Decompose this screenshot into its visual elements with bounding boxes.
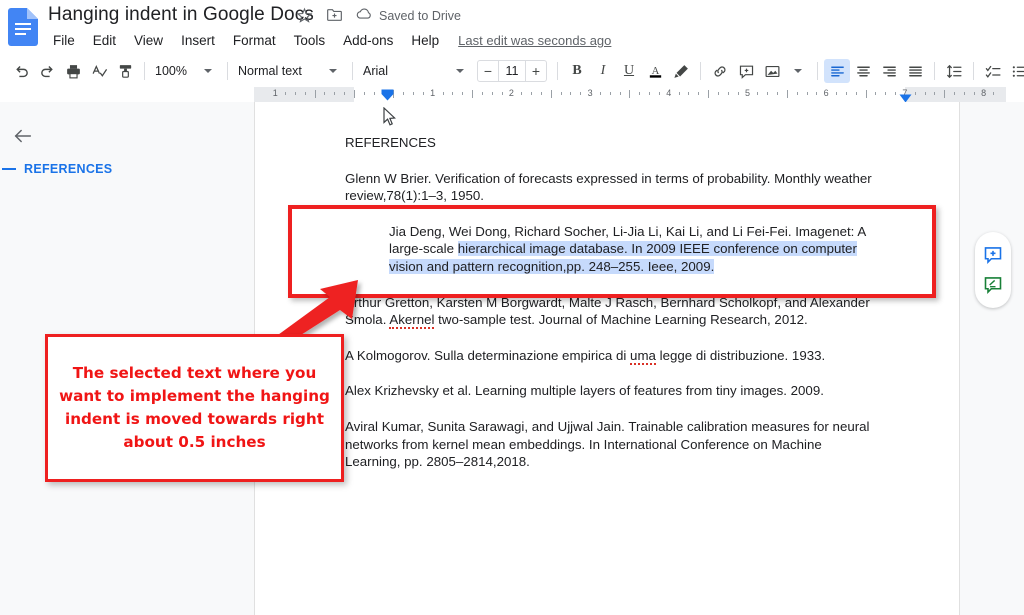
spelling-error-uma[interactable]: uma (630, 347, 656, 365)
align-center-icon[interactable] (850, 59, 876, 83)
toolbar-divider (700, 62, 701, 80)
saved-status[interactable]: Saved to Drive (356, 7, 461, 24)
toolbar-divider (557, 62, 558, 80)
side-action-buttons (975, 232, 1011, 308)
saved-to-drive-cloud-icon (356, 7, 373, 24)
bold-button[interactable]: B (564, 59, 590, 83)
font-size-stepper[interactable]: − 11 + (477, 60, 547, 82)
zoom-dropdown[interactable]: 100% (151, 59, 195, 83)
ruler-right-margin (905, 87, 1006, 102)
font-size-increase[interactable]: + (526, 61, 546, 81)
last-edit-link[interactable]: Last edit was seconds ago (458, 33, 611, 48)
paragraph-style-value: Normal text (238, 64, 302, 78)
zoom-value: 100% (155, 64, 187, 78)
google-docs-window: Hanging indent in Google Docs Saved to D… (0, 0, 1024, 615)
ruler-number: 1 (272, 88, 278, 98)
redo-icon[interactable] (34, 59, 60, 83)
line-spacing-icon[interactable] (941, 59, 967, 83)
paragraph-kolmogorov: A Kolmogorov. Sulla determinazione empir… (345, 347, 877, 365)
ruler-number: 1 (430, 88, 436, 98)
sidebar-item-references[interactable]: REFERENCES (0, 162, 112, 176)
menu-view[interactable]: View (125, 30, 172, 51)
paragraph-kumar: Aviral Kumar, Sunita Sarawagi, and Ujjwa… (345, 418, 870, 470)
toolbar-divider (144, 62, 145, 80)
menu-edit[interactable]: Edit (84, 30, 125, 51)
outline-dash-icon (2, 168, 16, 170)
document-title[interactable]: Hanging indent in Google Docs (48, 4, 314, 26)
right-indent-marker[interactable] (899, 90, 912, 103)
paragraph-krizhevsky: Alex Krizhevsky et al. Learning multiple… (345, 383, 824, 399)
font-value: Arial (363, 64, 389, 78)
add-comment-icon[interactable] (733, 59, 759, 83)
font-size-decrease[interactable]: − (478, 61, 498, 81)
saved-status-label: Saved to Drive (379, 8, 461, 23)
toolbar: 100% Normal text Arial − 11 + B I U A (0, 56, 1024, 86)
svg-text:A: A (651, 66, 659, 77)
document-body[interactable]: REFERENCES Glenn W Brier. Verification o… (345, 134, 877, 489)
paint-format-icon[interactable] (112, 59, 138, 83)
paragraph-gretton: Arthur Gretton, Karsten M Borgwardt, Mal… (345, 294, 877, 330)
annotation-callout-box: The selected text where you want to impl… (45, 334, 344, 482)
menu-file[interactable]: File (44, 30, 84, 51)
move-to-folder-icon[interactable] (326, 7, 343, 24)
menu-bar: File Edit View Insert Format Tools Add-o… (44, 30, 611, 51)
ruler[interactable]: 112345678 (0, 87, 1024, 103)
menu-insert[interactable]: Insert (172, 30, 224, 51)
zoom-chevron-down-icon[interactable] (195, 59, 221, 83)
ruler-number: 4 (666, 88, 672, 98)
suggest-edit-button-icon[interactable] (982, 274, 1004, 296)
toolbar-divider (352, 62, 353, 80)
spelling-error-akernel[interactable]: Akernel (389, 312, 435, 330)
text-color-button[interactable]: A (642, 59, 668, 83)
italic-button[interactable]: I (590, 59, 616, 83)
add-comment-button-icon[interactable] (982, 244, 1004, 266)
paragraph-kolmogorov-part2: legge di distribuzione. 1933. (655, 347, 826, 363)
undo-icon[interactable] (8, 59, 34, 83)
google-docs-icon[interactable] (8, 8, 38, 46)
align-right-icon[interactable] (876, 59, 902, 83)
insert-link-icon[interactable] (707, 59, 733, 83)
title-actions: Saved to Drive (296, 7, 461, 24)
align-justify-icon[interactable] (902, 59, 928, 83)
font-chevron-down-icon[interactable] (447, 59, 473, 83)
bulleted-list-icon[interactable] (1006, 59, 1024, 83)
paragraph-style-dropdown[interactable]: Normal text (234, 59, 320, 83)
style-chevron-down-icon[interactable] (320, 59, 346, 83)
toolbar-divider (973, 62, 974, 80)
mouse-cursor-icon (383, 106, 396, 126)
toolbar-divider (227, 62, 228, 80)
ruler-number: 2 (508, 88, 514, 98)
toolbar-divider (934, 62, 935, 80)
hanging-indent-marker[interactable] (381, 88, 394, 101)
paragraph-references-heading: REFERENCES (345, 135, 436, 150)
back-arrow-icon[interactable] (12, 125, 34, 147)
paragraph-brier: Glenn W Brier. Verification of forecasts… (345, 170, 872, 204)
toolbar-divider (817, 62, 818, 80)
insert-image-icon[interactable] (759, 59, 785, 83)
align-left-icon[interactable] (824, 59, 850, 83)
ruler-number: 6 (823, 88, 829, 98)
ruler-number: 5 (744, 88, 751, 98)
font-size-value[interactable]: 11 (498, 61, 526, 81)
ruler-number: 3 (587, 88, 593, 98)
annotation-callout-text: The selected text where you want to impl… (59, 364, 330, 451)
highlight-pen-icon[interactable] (668, 59, 694, 83)
header-bar: Hanging indent in Google Docs Saved to D… (0, 0, 1024, 54)
spellcheck-icon[interactable] (86, 59, 112, 83)
sidebar-item-label: REFERENCES (24, 162, 113, 176)
image-options-chevron-down-icon[interactable] (785, 59, 811, 83)
checklist-icon[interactable] (980, 59, 1006, 83)
menu-help[interactable]: Help (402, 30, 448, 51)
menu-tools[interactable]: Tools (285, 30, 335, 51)
menu-format[interactable]: Format (224, 30, 285, 51)
ruler-number: 8 (981, 88, 987, 98)
paragraph-gretton-part2: two-sample test. Journal of Machine Lear… (434, 312, 808, 328)
paragraph-kolmogorov-part1: A Kolmogorov. Sulla determinazione empir… (345, 347, 631, 363)
print-icon[interactable] (60, 59, 86, 83)
menu-addons[interactable]: Add-ons (334, 30, 402, 51)
underline-button[interactable]: U (616, 59, 642, 83)
red-highlight-rectangle (288, 205, 936, 298)
font-dropdown[interactable]: Arial (359, 59, 447, 83)
star-outline-icon[interactable] (296, 7, 313, 24)
